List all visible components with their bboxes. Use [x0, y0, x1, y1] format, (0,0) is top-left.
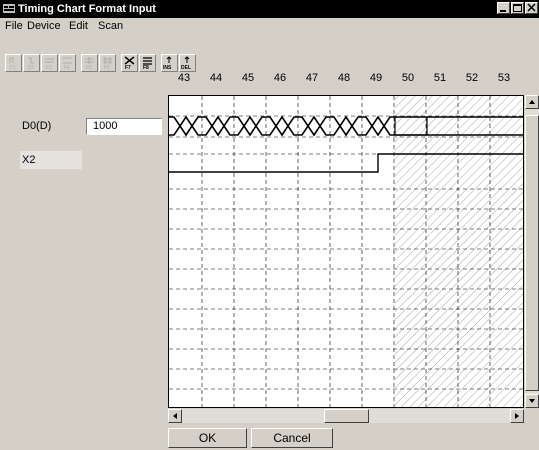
del-button[interactable]: DEL: [179, 54, 196, 72]
scroll-right-button[interactable]: [510, 409, 524, 423]
f4-icon: F4: [63, 57, 72, 71]
column-header: 47: [305, 72, 319, 84]
arrow-down-icon: [529, 399, 535, 403]
vertical-scroll-thumb[interactable]: [525, 115, 539, 391]
close-icon: [527, 3, 536, 12]
timing-chart[interactable]: [168, 95, 524, 408]
column-header: 48: [337, 72, 351, 84]
cancel-button[interactable]: Cancel: [251, 428, 333, 448]
menu-device[interactable]: Device: [27, 20, 61, 32]
column-header: 49: [369, 72, 383, 84]
arrow-up-icon: [529, 100, 535, 104]
column-header: 53: [497, 72, 511, 84]
f7-button[interactable]: F7: [121, 54, 138, 72]
timing-chart-canvas: [169, 96, 523, 407]
ok-button[interactable]: OK: [168, 428, 247, 448]
svg-text:F8: F8: [143, 65, 149, 71]
f5-icon: F5: [85, 57, 94, 71]
minimize-button[interactable]: [497, 2, 510, 14]
window-title: Timing Chart Format Input: [18, 3, 156, 15]
f8-button[interactable]: F8: [139, 54, 156, 72]
close-button[interactable]: [525, 2, 538, 14]
column-header: 43: [177, 72, 191, 84]
vertical-scrollbar[interactable]: [525, 95, 539, 408]
toolbar: F1 F2 F3 F4 F5 F6 F7 F8 INS DEL: [0, 34, 539, 72]
horizontal-scrollbar[interactable]: [168, 409, 524, 423]
svg-text:F4: F4: [64, 65, 70, 71]
svg-text:INS: INS: [163, 65, 172, 71]
arrow-left-icon: [173, 413, 177, 419]
del-icon: DEL: [181, 56, 191, 71]
device-label-d0: D0(D): [22, 120, 52, 132]
horizontal-scroll-thumb[interactable]: [324, 409, 369, 423]
device-value-field[interactable]: 1000: [86, 118, 162, 135]
column-header: 50: [401, 72, 415, 84]
device-label-x2[interactable]: X2: [20, 151, 82, 169]
minimize-icon: [500, 10, 506, 12]
f2-button[interactable]: F2: [23, 54, 40, 72]
menu-scan[interactable]: Scan: [98, 20, 123, 32]
f1-button[interactable]: F1: [5, 54, 22, 72]
f3-button[interactable]: F3: [41, 54, 58, 72]
svg-text:F6: F6: [104, 65, 110, 71]
f5-button[interactable]: F5: [81, 54, 98, 72]
f6-button[interactable]: F6: [99, 54, 116, 72]
column-header: 46: [273, 72, 287, 84]
f8-icon: F8: [143, 57, 152, 71]
maximize-button[interactable]: [511, 2, 524, 14]
menu-edit[interactable]: Edit: [69, 20, 88, 32]
menu-file[interactable]: File: [5, 20, 23, 32]
ins-button[interactable]: INS: [161, 54, 178, 72]
maximize-icon: [513, 4, 522, 12]
column-header: 44: [209, 72, 223, 84]
app-icon: [3, 4, 15, 13]
disabled-region: [395, 96, 523, 407]
f4-button[interactable]: F4: [59, 54, 76, 72]
column-header: 45: [241, 72, 255, 84]
f6-icon: F6: [103, 57, 112, 71]
column-header: 51: [433, 72, 447, 84]
svg-text:DEL: DEL: [181, 65, 191, 71]
f1-icon: F1: [9, 57, 16, 71]
svg-text:F5: F5: [86, 65, 92, 71]
f7-icon: F7: [124, 56, 135, 71]
svg-text:F2: F2: [28, 65, 34, 71]
svg-text:F1: F1: [10, 65, 16, 71]
menu-bar: File Device Edit Scan: [0, 18, 539, 34]
f2-icon: F2: [28, 57, 34, 71]
column-header: 52: [465, 72, 479, 84]
f3-icon: F3: [45, 58, 54, 71]
title-bar[interactable]: Timing Chart Format Input: [0, 0, 539, 18]
ins-icon: INS: [163, 56, 172, 71]
scroll-down-button[interactable]: [525, 394, 539, 408]
arrow-right-icon: [515, 413, 519, 419]
scroll-up-button[interactable]: [525, 95, 539, 109]
svg-text:F7: F7: [125, 65, 131, 71]
svg-text:F3: F3: [46, 65, 52, 71]
scroll-left-button[interactable]: [168, 409, 182, 423]
